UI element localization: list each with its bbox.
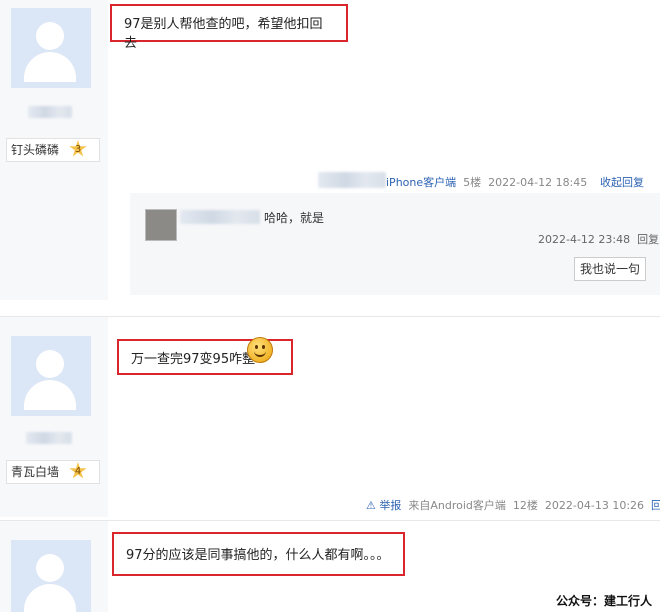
avatar[interactable] <box>11 8 91 88</box>
floor-number: 12楼 <box>512 499 538 512</box>
post-content: 97是别人帮他查的吧，希望他扣回去 <box>124 17 323 51</box>
floor-number: 5楼 <box>463 176 482 189</box>
username-badge[interactable]: 钉头磷磷 <box>6 138 100 162</box>
device-blurred <box>318 172 386 188</box>
say-something-button[interactable]: 我也说一句 <box>574 257 646 281</box>
reply-link[interactable]: 回复 <box>637 233 659 246</box>
post-content-highlight: 97是别人帮他查的吧，希望他扣回去 <box>110 4 348 51</box>
collapse-reply-link[interactable]: 收起回复 <box>600 174 644 190</box>
username: 钉头磷磷 <box>11 143 60 157</box>
username-blurred <box>26 432 72 444</box>
post-content: 万一查完97变95咋整 <box>131 352 256 367</box>
post-timestamp: 2022-04-13 10:26 <box>544 499 645 512</box>
post-content-highlight: 97分的应该是同事搞他的，什么人都有啊。。。 <box>112 532 405 576</box>
watermark: 公众号：建工行人 <box>556 594 653 608</box>
reply-username-blurred <box>180 210 260 224</box>
post-timestamp: 2022-04-12 18:45 <box>488 176 588 189</box>
username-badge[interactable]: 青瓦白墙 <box>6 460 100 484</box>
report-link[interactable]: 举报 <box>379 499 401 512</box>
smiley-emoji-icon <box>247 337 273 363</box>
reply-link[interactable]: 回复 <box>651 499 660 512</box>
post-meta: ⚠ 举报 来自Android客户端 12楼 2022-04-13 10:26 回… <box>366 497 660 513</box>
reply-timestamp: 2022-4-12 23:48 <box>538 233 631 246</box>
username: 青瓦白墙 <box>11 465 60 479</box>
client-source: iPhone客户端 <box>386 176 457 189</box>
reply-meta: 2022-4-12 23:48 回复 <box>538 231 659 247</box>
reply-text: 哈哈，就是 <box>264 211 325 225</box>
reply-avatar[interactable] <box>145 209 177 241</box>
warning-icon: ⚠ <box>366 499 376 512</box>
client-source: 来自Android客户端 <box>408 499 506 512</box>
avatar[interactable] <box>11 540 91 612</box>
avatar[interactable] <box>11 336 91 416</box>
post-meta: iPhone客户端 5楼 2022-04-12 18:45 <box>386 174 587 190</box>
post-content: 97分的应该是同事搞他的，什么人都有啊。。。 <box>126 548 390 563</box>
username-blurred <box>28 106 72 118</box>
